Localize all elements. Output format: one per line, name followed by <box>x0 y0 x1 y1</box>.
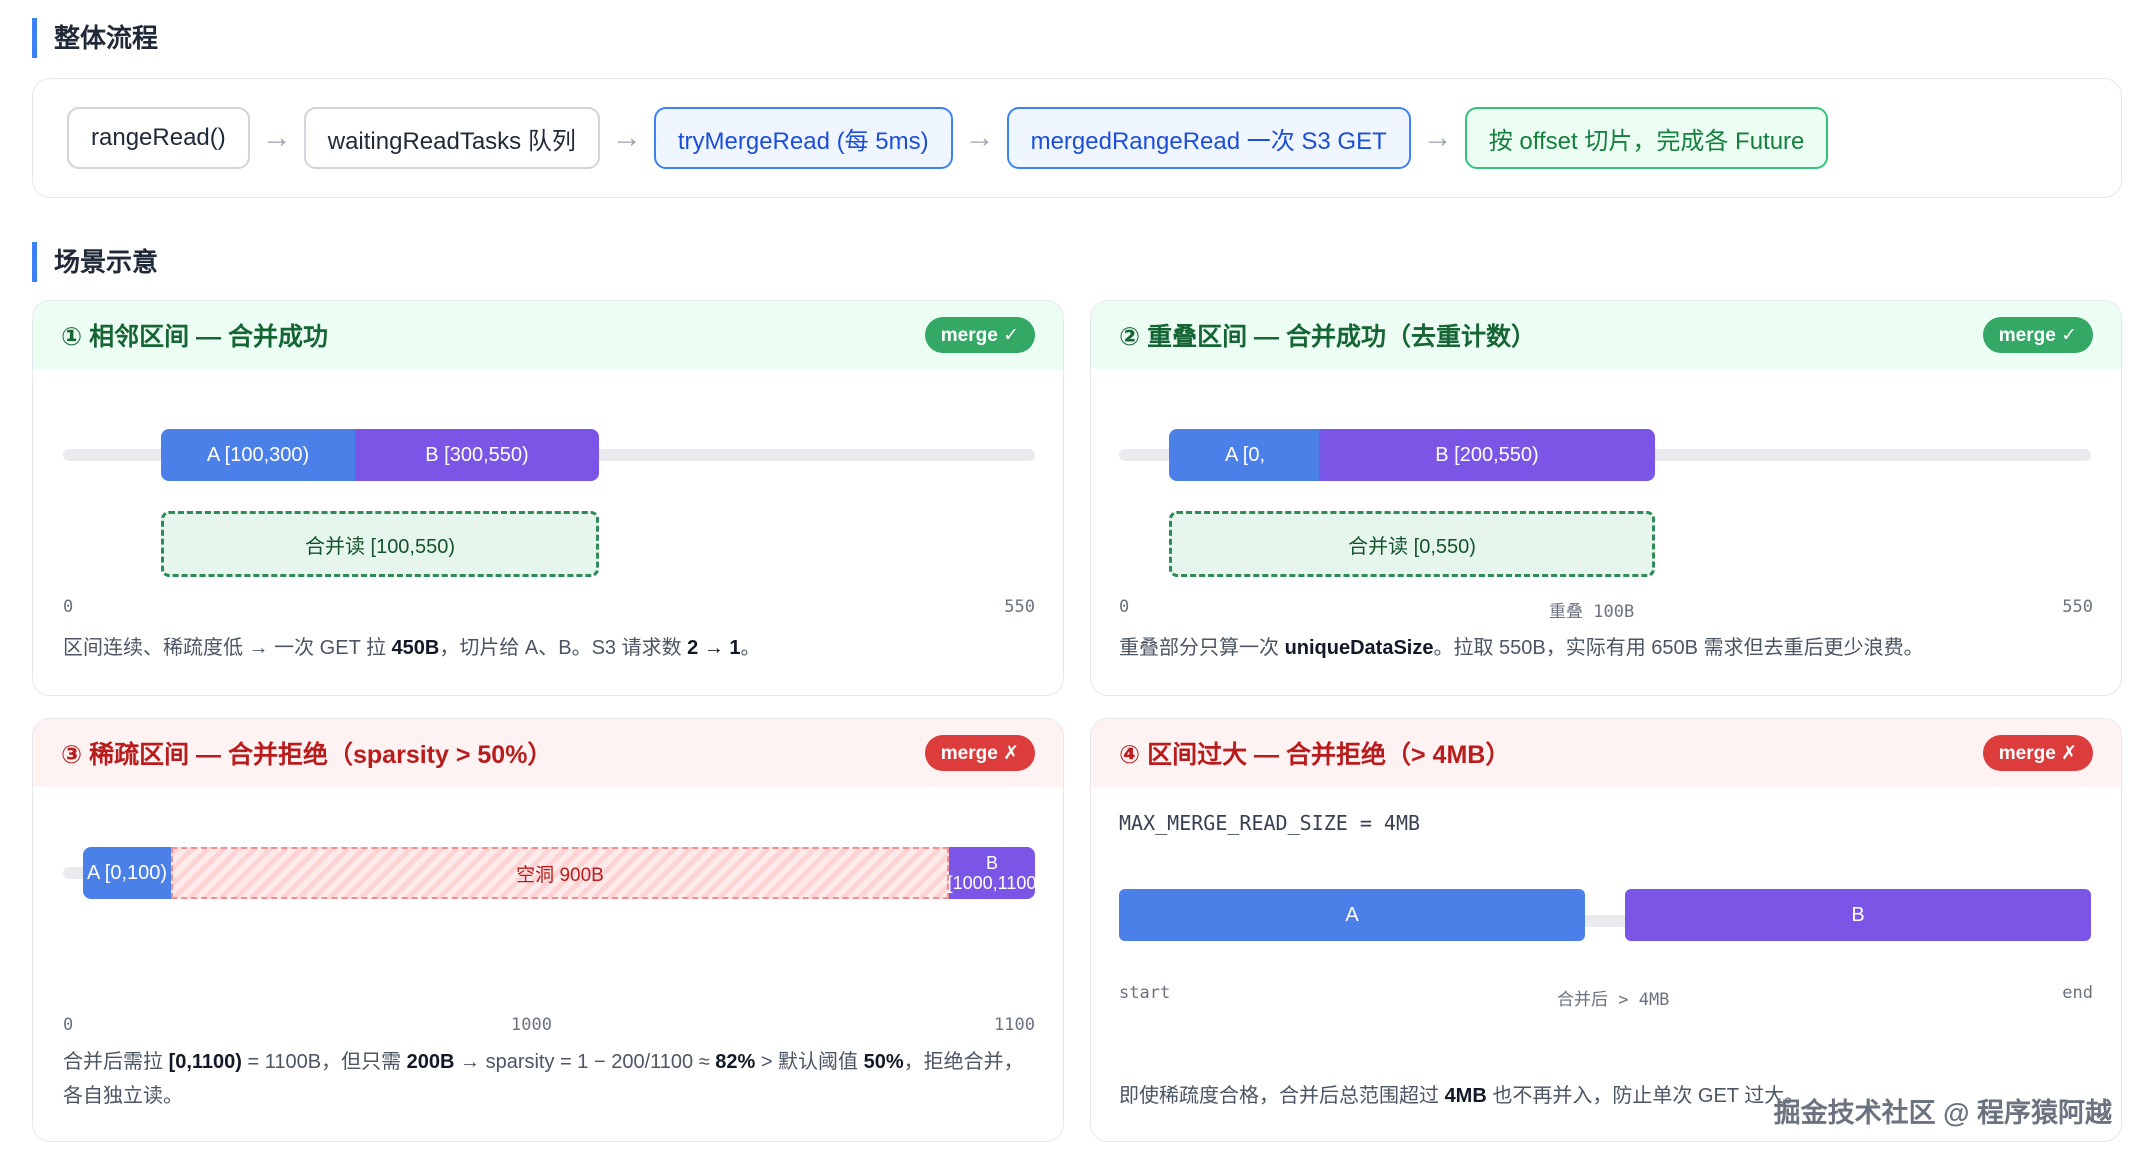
section-title-flow: 整体流程 <box>32 18 158 58</box>
range-a-bar: A <box>1119 889 1585 941</box>
range-b-bar: B <box>1625 889 2091 941</box>
sparse-gap-box: 空洞 900B <box>171 847 949 899</box>
scene-card-adjacent: ① 相邻区间 — 合并成功 merge ✓ A [100,300) B [300… <box>32 300 1064 696</box>
merge-rejected-badge: merge ✗ <box>924 735 1035 771</box>
range-a-bar: A [0, <box>1169 429 1321 481</box>
flow-node-try-merge: tryMergeRead (每 5ms) <box>653 107 953 169</box>
tick-end: end <box>2062 983 2093 1003</box>
watermark: 掘金技术社区 @ 程序猿阿越 <box>1773 1098 2112 1128</box>
scene-card-too-large: ④ 区间过大 — 合并拒绝（> 4MB） merge ✗ MAX_MERGE_R… <box>1090 718 2122 1142</box>
card-header: ④ 区间过大 — 合并拒绝（> 4MB） merge ✗ <box>1091 719 2121 787</box>
card-header: ① 相邻区间 — 合并成功 merge ✓ <box>33 301 1063 369</box>
flow-arrow-icon: → <box>1422 121 1453 154</box>
range-b-bar: B [1000,1100 <box>949 847 1035 899</box>
flow-arrow-icon: → <box>964 121 995 154</box>
tick-end: 550 <box>2062 597 2093 617</box>
config-max-merge-size: MAX_MERGE_READ_SIZE = 4MB <box>1119 811 1421 835</box>
range-a-bar: A [0,100) <box>83 847 171 899</box>
tick-start: start <box>1119 983 1171 1003</box>
flow-node-merged-read: mergedRangeRead 一次 S3 GET <box>1006 107 1411 169</box>
tick-start: 0 <box>63 597 74 617</box>
tick-merged-size: 合并后 > 4MB <box>1557 990 1670 1010</box>
flow-node-waiting-queue: waitingReadTasks 队列 <box>303 107 600 169</box>
range-b-bar: B [200,550) <box>1319 429 1655 481</box>
range-a-bar: A [100,300) <box>161 429 355 481</box>
card-description: 合并后需拉 [0,1100) = 1100B，但只需 200B → sparsi… <box>63 1051 1024 1107</box>
tick-end: 1100 <box>994 1015 1035 1035</box>
flow-arrow-icon: → <box>611 121 642 154</box>
card-description: 区间连续、稀疏度低 → 一次 GET 拉 450B，切片给 A、B。S3 请求数… <box>63 637 761 659</box>
tick-overlap: 重叠 100B <box>1549 602 1635 622</box>
flow-node-slice-complete: 按 offset 切片，完成各 Future <box>1464 107 1829 169</box>
card-header: ③ 稀疏区间 — 合并拒绝（sparsity > 50%） merge ✗ <box>33 719 1063 787</box>
scene-card-sparse: ③ 稀疏区间 — 合并拒绝（sparsity > 50%） merge ✗ A … <box>32 718 1064 1142</box>
card-title: ① 相邻区间 — 合并成功 <box>61 323 329 351</box>
tick-start: 0 <box>63 1015 74 1035</box>
card-title: ② 重叠区间 — 合并成功（去重计数） <box>1119 323 1537 351</box>
tick-start: 0 <box>1119 597 1130 617</box>
merge-rejected-badge: merge ✗ <box>1982 735 2093 771</box>
section-title-scenes: 场景示意 <box>32 242 158 282</box>
merged-read-box: 合并读 [0,550) <box>1169 511 1655 577</box>
tick-end: 550 <box>1004 597 1035 617</box>
card-header: ② 重叠区间 — 合并成功（去重计数） merge ✓ <box>1091 301 2121 369</box>
merged-read-box: 合并读 [100,550) <box>161 511 599 577</box>
merge-success-badge: merge ✓ <box>924 317 1035 353</box>
card-title: ④ 区间过大 — 合并拒绝（> 4MB） <box>1119 741 1511 769</box>
card-description: 重叠部分只算一次 uniqueDataSize。拉取 550B，实际有用 650… <box>1119 637 1924 659</box>
flow-diagram: rangeRead() → waitingReadTasks 队列 → tryM… <box>32 78 2122 198</box>
range-b-bar: B [300,550) <box>355 429 599 481</box>
merge-success-badge: merge ✓ <box>1982 317 2093 353</box>
flow-arrow-icon: → <box>261 121 292 154</box>
scene-card-overlap: ② 重叠区间 — 合并成功（去重计数） merge ✓ A [0, B [200… <box>1090 300 2122 696</box>
tick-1000: 1000 <box>511 1015 552 1035</box>
flow-node-range-read: rangeRead() <box>67 107 250 169</box>
card-title: ③ 稀疏区间 — 合并拒绝（sparsity > 50%） <box>61 741 553 769</box>
